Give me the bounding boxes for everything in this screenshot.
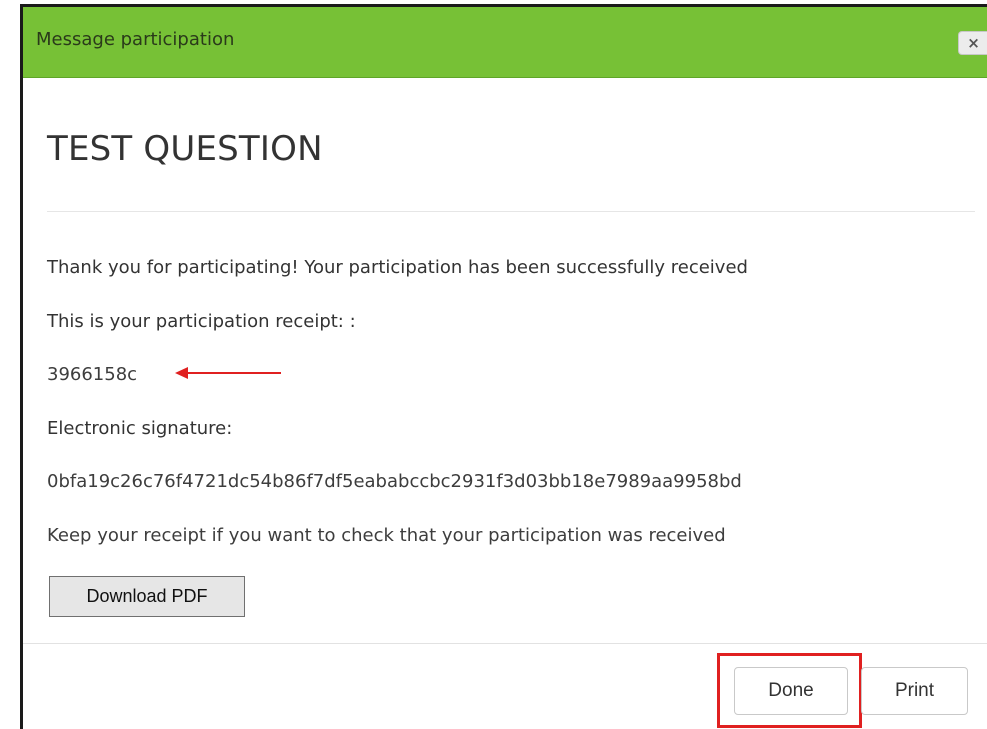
receipt-label: This is your participation receipt: : [47,311,356,332]
keep-receipt-note: Keep your receipt if you want to check t… [47,525,726,546]
divider [47,211,975,212]
dialog-header: Message participation × [23,7,987,78]
signature-label: Electronic signature: [47,418,233,439]
question-heading: TEST QUESTION [47,129,323,169]
footer-divider [23,643,987,644]
signature-value: 0bfa19c26c76f4721dc54b86f7df5eababccbc29… [47,471,742,492]
arrow-left-icon [175,367,281,379]
download-pdf-button[interactable]: Download PDF [49,576,245,617]
done-button[interactable]: Done [734,667,848,715]
close-icon: × [967,34,980,52]
participation-dialog: Message participation × TEST QUESTION Th… [20,4,987,729]
print-button[interactable]: Print [861,667,968,715]
thank-you-message: Thank you for participating! Your partic… [47,257,748,278]
receipt-code: 3966158c [47,364,138,385]
close-button[interactable]: × [958,31,987,55]
dialog-title: Message participation [36,29,235,50]
